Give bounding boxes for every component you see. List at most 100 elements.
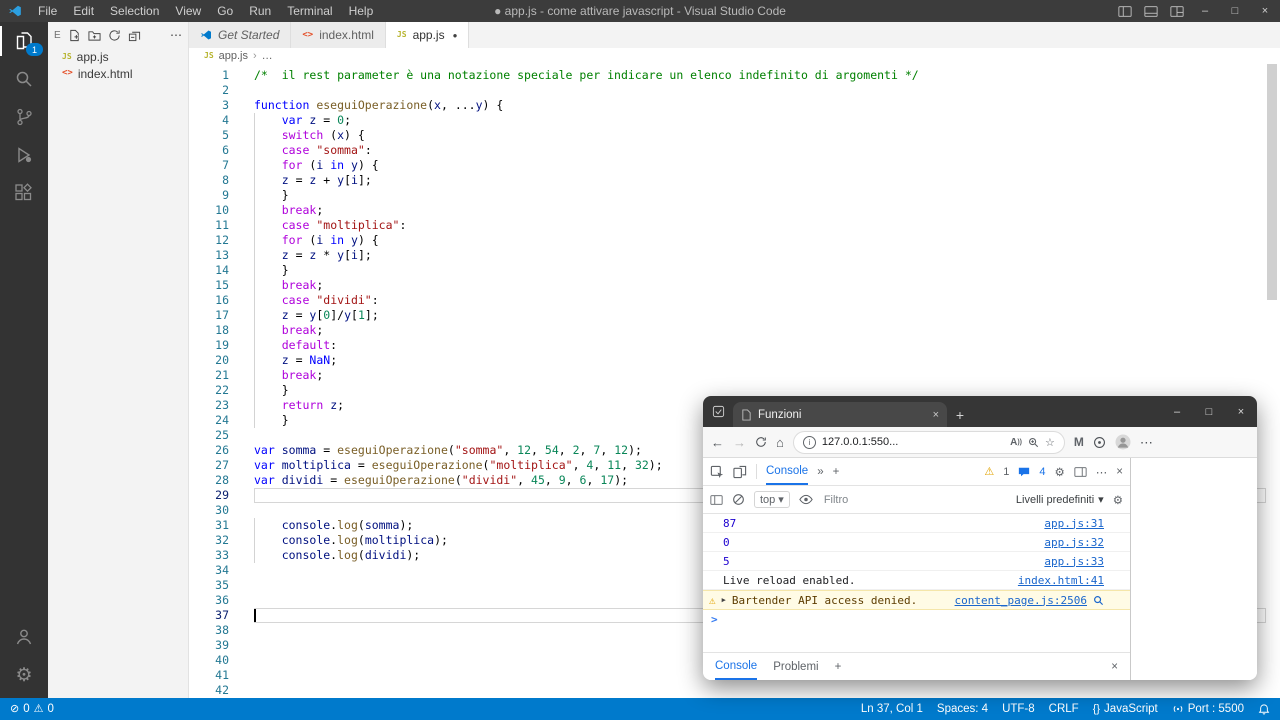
device-emulation-icon[interactable] [733, 465, 747, 479]
clear-console-icon[interactable] [732, 493, 745, 506]
activity-source-control-button[interactable] [0, 98, 48, 136]
accounts-button[interactable] [0, 618, 48, 656]
back-icon[interactable]: ← [711, 436, 724, 449]
toggle-panel-icon[interactable] [1138, 0, 1164, 22]
dock-side-icon[interactable] [1074, 466, 1087, 478]
maximize-button[interactable]: □ [1220, 0, 1250, 22]
warning-badge-icon[interactable]: ⚠ [984, 465, 994, 478]
breadcrumb-file[interactable]: app.js [219, 50, 248, 62]
drawer-add-icon[interactable]: + [835, 661, 842, 673]
log-levels-selector[interactable]: Livelli predefiniti ▾ [1016, 493, 1104, 506]
drawer-tab-problemi[interactable]: Problemi [773, 653, 818, 680]
js-file-icon: JS [397, 31, 407, 39]
page-content[interactable] [1131, 458, 1257, 680]
source-link[interactable]: content_page.js:2506 [955, 594, 1087, 607]
devtools-menu-icon[interactable]: ⋯ [1096, 465, 1108, 479]
context-selector[interactable]: top ▾ [754, 491, 790, 508]
message-text: 0 [723, 536, 730, 549]
new-tab-button[interactable]: + [947, 402, 973, 427]
tab-get-started[interactable]: Get Started [189, 22, 291, 48]
tab-actions-icon[interactable] [703, 396, 733, 427]
address-bar[interactable]: i 127.0.0.1:550... A)) ☆ [793, 431, 1065, 454]
activity-explorer-button[interactable]: 1 [0, 22, 48, 60]
menu-run[interactable]: Run [241, 0, 279, 22]
forward-icon[interactable]: → [733, 436, 746, 449]
toggle-sidebar-icon[interactable] [1112, 0, 1138, 22]
file-index.html[interactable]: <>index.html [48, 65, 188, 82]
activity-run-debug-button[interactable] [0, 136, 48, 174]
live-expression-eye-icon[interactable] [799, 494, 813, 505]
line-number: 8 [189, 173, 229, 188]
drawer-tab-console[interactable]: Console [715, 653, 757, 680]
add-panel-icon[interactable]: + [833, 466, 840, 478]
zoom-icon[interactable] [1028, 437, 1039, 448]
source-link[interactable]: app.js:31 [1044, 517, 1104, 530]
home-icon[interactable]: ⌂ [776, 436, 784, 449]
line-number: 42 [189, 683, 229, 698]
breadcrumb-symbol[interactable]: … [262, 50, 273, 62]
favorites-star-icon[interactable]: ☆ [1045, 436, 1055, 449]
browser-maximize-button[interactable]: □ [1193, 396, 1225, 427]
menu-selection[interactable]: Selection [102, 0, 167, 22]
more-tabs-icon[interactable]: » [817, 466, 823, 478]
source-link[interactable]: app.js:32 [1044, 536, 1104, 549]
new-file-icon[interactable] [68, 29, 81, 42]
menu-go[interactable]: Go [209, 0, 241, 22]
notifications-bell-icon[interactable] [1258, 703, 1270, 716]
more-actions-icon[interactable]: ⋯ [170, 28, 182, 42]
drawer-close-icon[interactable]: × [1111, 661, 1118, 673]
expand-icon[interactable]: ▶ [722, 596, 726, 604]
profile-avatar[interactable] [1115, 434, 1131, 450]
browser-close-button[interactable]: × [1225, 396, 1257, 427]
inspect-element-icon[interactable] [710, 465, 724, 479]
console-sidebar-icon[interactable] [710, 494, 723, 506]
refresh-icon[interactable] [108, 29, 121, 42]
new-folder-icon[interactable] [88, 29, 101, 42]
status-utf-8[interactable]: UTF-8 [1002, 703, 1035, 715]
status-spaces-4[interactable]: Spaces: 4 [937, 703, 988, 715]
read-aloud-icon[interactable]: A)) [1010, 437, 1022, 448]
url-text[interactable]: 127.0.0.1:550... [822, 436, 1004, 448]
menu-edit[interactable]: Edit [65, 0, 102, 22]
menu-file[interactable]: File [30, 0, 65, 22]
devtools-tab-console[interactable]: Console [766, 458, 808, 485]
settings-button[interactable]: ⚙ [0, 656, 48, 694]
source-link[interactable]: app.js:33 [1044, 555, 1104, 568]
status-crlf[interactable]: CRLF [1049, 703, 1079, 715]
browser-minimize-button[interactable]: – [1161, 396, 1193, 427]
close-button[interactable]: × [1250, 0, 1280, 22]
activity-search-button[interactable] [0, 60, 48, 98]
console-filter-input[interactable] [822, 493, 956, 507]
problems-status[interactable]: ⊘ 0 ⚠ 0 [10, 703, 54, 715]
site-info-icon[interactable]: i [803, 436, 816, 449]
minimize-button[interactable]: – [1190, 0, 1220, 22]
m-extension-icon[interactable]: M [1074, 436, 1084, 448]
menu-help[interactable]: Help [341, 0, 382, 22]
devtools-settings-icon[interactable]: ⚙ [1054, 465, 1064, 479]
source-link[interactable]: index.html:41 [1018, 574, 1104, 587]
devtools-close-icon[interactable]: × [1116, 466, 1123, 478]
tab-close-icon[interactable]: × [933, 409, 939, 421]
browser-menu-icon[interactable]: ⋯ [1140, 436, 1153, 449]
code-line: default: [254, 338, 1266, 353]
menu-view[interactable]: View [167, 0, 209, 22]
browser-tab[interactable]: Funzioni × [733, 402, 947, 427]
console-settings-icon[interactable]: ⚙ [1113, 493, 1123, 507]
menu-terminal[interactable]: Terminal [279, 0, 340, 22]
status-port-5500[interactable]: Port : 5500 [1172, 703, 1244, 715]
breadcrumb[interactable]: JS app.js › … [189, 48, 1280, 64]
tab-index.html[interactable]: <>index.html [291, 22, 386, 48]
extension-icon[interactable] [1093, 436, 1106, 449]
customize-layout-icon[interactable] [1164, 0, 1190, 22]
tab-app.js[interactable]: JSapp.js● [386, 22, 470, 48]
status-ln-37-col-1[interactable]: Ln 37, Col 1 [861, 703, 923, 715]
reload-icon[interactable] [755, 436, 767, 448]
status-javascript[interactable]: {}JavaScript [1093, 703, 1158, 715]
console-prompt[interactable]: > [703, 610, 1130, 628]
activity-extensions-button[interactable] [0, 174, 48, 212]
editor-scrollbar[interactable] [1267, 64, 1277, 300]
collapse-all-icon[interactable] [128, 29, 141, 42]
issues-icon[interactable] [1018, 466, 1030, 478]
file-app.js[interactable]: JSapp.js [48, 48, 188, 65]
search-source-icon[interactable] [1093, 595, 1104, 606]
